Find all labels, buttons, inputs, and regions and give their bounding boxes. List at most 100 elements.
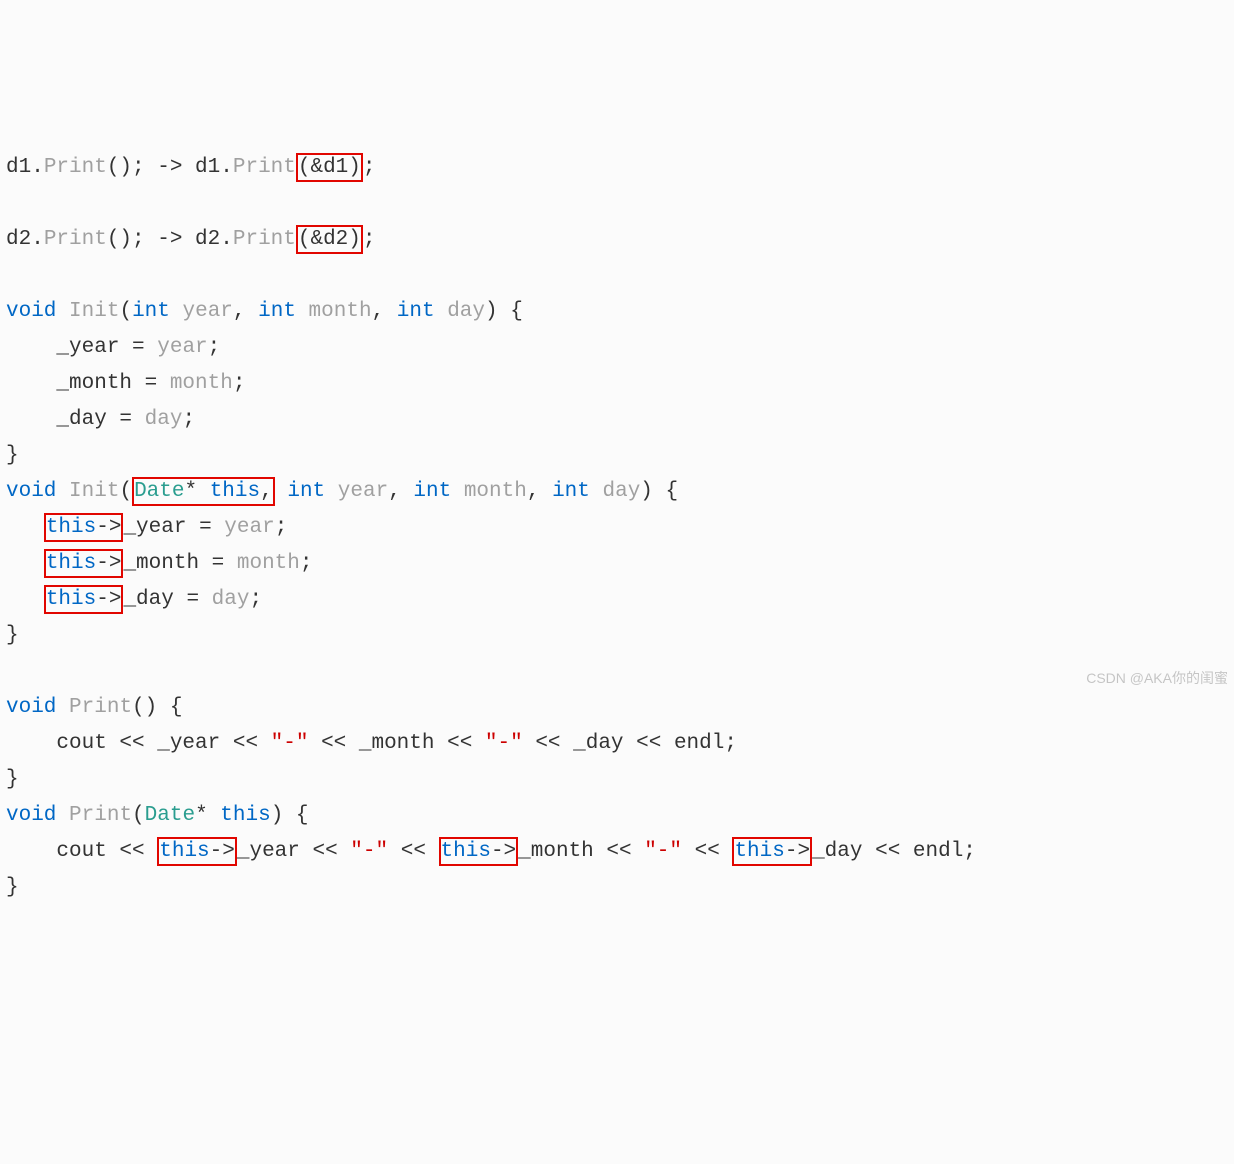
space [56,480,69,503]
kw-void: void [6,480,56,503]
string-literal: "-" [644,840,682,863]
code-text: -> [210,840,235,863]
code-text: _month = [123,552,236,575]
code-text: _year << [237,840,350,863]
code-text: cout << [6,840,157,863]
code-text: ; [233,372,246,395]
code-text: , [527,480,552,503]
kw-int: int [258,300,296,323]
code-line: _day = day; [6,408,195,431]
code-text: () { [132,696,182,719]
code-text: _year = [6,336,157,359]
code-text: _year = [123,516,224,539]
kw-int: int [132,300,170,323]
code-line: void Print() { [6,696,182,719]
code-line: d2.Print(); -> d2.Print(&d2); [6,228,376,251]
code-line: this->_day = day; [6,588,262,611]
code-ident: Print [44,228,107,251]
kw-this: this [220,804,270,827]
param: year [182,300,232,323]
type-name: Date [145,804,195,827]
code-line: _year = year; [6,336,220,359]
code-text: d1. [6,156,44,179]
code-line: this->_month = month; [6,552,313,575]
code-text: -> [96,516,121,539]
space [56,804,69,827]
code-text: , [233,300,258,323]
code-text: d2. [6,228,44,251]
code-line: } [6,876,19,899]
kw-int: int [397,300,435,323]
code-text: ( [119,300,132,323]
code-line: void Init(int year, int month, int day) … [6,300,523,323]
fn-name: Print [69,696,132,719]
code-text: _day = [123,588,211,611]
code-line: } [6,768,19,791]
space [170,300,183,323]
kw-this: this [46,516,96,539]
code-text: -> [96,588,121,611]
code-text: << [682,840,732,863]
code-text: (); -> d2. [107,228,233,251]
param: month [309,300,372,323]
indent [6,588,44,611]
code-text: ) { [485,300,523,323]
string-literal: "-" [271,732,309,755]
code-ident: Print [233,228,296,251]
kw-void: void [6,696,56,719]
code-text: -> [491,840,516,863]
param: month [464,480,527,503]
kw-this: this [46,588,96,611]
code-ident: month [170,372,233,395]
code-ident: day [145,408,183,431]
code-line: } [6,444,19,467]
code-ident: year [224,516,274,539]
code-line: this->_year = year; [6,516,287,539]
highlight-box: this-> [44,513,124,542]
space [435,300,448,323]
space [325,480,338,503]
string-literal: "-" [350,840,388,863]
code-text: ; [249,588,262,611]
kw-void: void [6,300,56,323]
string-literal: "-" [485,732,523,755]
highlight-box: this-> [439,837,519,866]
indent [6,552,44,575]
kw-this: this [46,552,96,575]
code-line: d1.Print(); -> d1.Print(&d1); [6,156,376,179]
highlight-box: Date* this, [132,477,275,506]
type-name: Date [134,480,184,503]
code-text: << _day << endl; [523,732,737,755]
highlight-box: this-> [157,837,237,866]
kw-int: int [552,480,590,503]
code-text: } [6,624,19,647]
code-ident: day [212,588,250,611]
space [275,480,288,503]
code-ident: Print [233,156,296,179]
space [451,480,464,503]
space [56,696,69,719]
code-text: ; [363,228,376,251]
watermark: CSDN @AKA你的闺蜜 [1086,660,1228,696]
kw-int: int [413,480,451,503]
highlight-box: this-> [44,549,124,578]
kw-this: this [159,840,209,863]
code-text: (&d1) [298,156,361,179]
highlight-box: (&d2) [296,225,363,254]
code-text: -> [96,552,121,575]
code-text: ; [275,516,288,539]
code-text: ( [132,804,145,827]
code-text: ; [300,552,313,575]
indent [6,516,44,539]
code-line: void Print(Date* this) { [6,804,309,827]
code-block: d1.Print(); -> d1.Print(&d1); d2.Print()… [6,150,1228,906]
fn-name: Print [69,804,132,827]
fn-name: Init [69,300,119,323]
code-text: , [372,300,397,323]
highlight-box: this-> [732,837,812,866]
kw-int: int [287,480,325,503]
code-text: ) { [640,480,678,503]
code-line: cout << _year << "-" << _month << "-" <<… [6,732,737,755]
code-text: } [6,768,19,791]
kw-this: this [210,480,260,503]
